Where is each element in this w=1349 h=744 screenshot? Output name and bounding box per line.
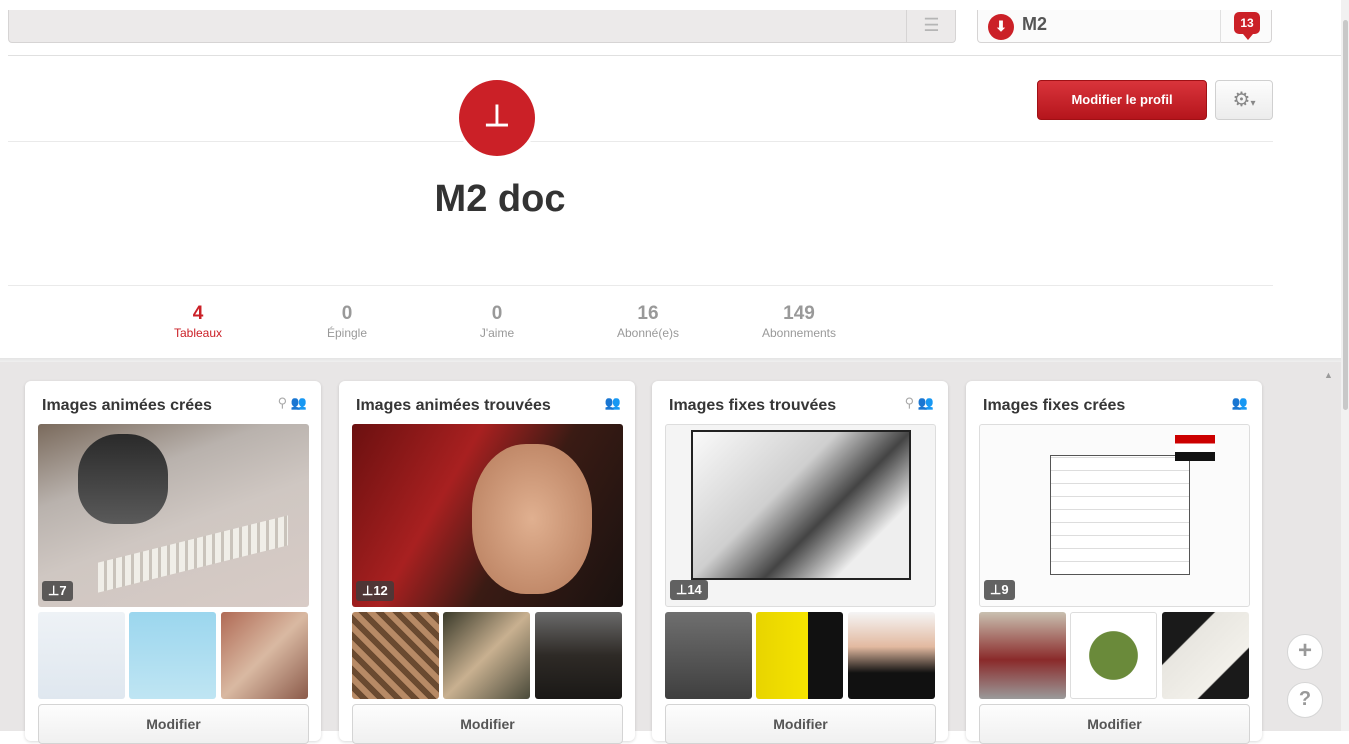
- collaborators-icon: 👥: [917, 395, 934, 410]
- board-card[interactable]: Images animées trouvées 👥 ⊥12 Modifier: [339, 381, 635, 744]
- board-icons: 👥: [1232, 395, 1248, 411]
- stat-following[interactable]: 149 Abonnements: [744, 303, 854, 341]
- pin-count: ⊥9: [984, 580, 1015, 600]
- board-icons: ⚲ 👥: [905, 395, 934, 411]
- board-title: Images fixes crées: [983, 397, 1126, 414]
- board-card[interactable]: Images fixes crées 👥 ⊥9 Modifier: [966, 381, 1262, 744]
- stat-label: Épingle: [326, 326, 368, 340]
- stat-label: Tableaux: [173, 326, 223, 340]
- board-thumbnail[interactable]: [848, 612, 935, 699]
- board-title: Images animées trouvées: [356, 397, 551, 414]
- pin-count: ⊥7: [42, 581, 73, 601]
- pin-count: ⊥14: [670, 580, 708, 600]
- board-icons: ⚲ 👥: [278, 395, 307, 411]
- board-card[interactable]: Images fixes trouvées ⚲ 👥 ⊥14 Modifier: [652, 381, 948, 744]
- profile-avatar: ⊥: [459, 80, 535, 156]
- collaborators-icon: 👥: [1231, 395, 1248, 410]
- stat-number: 0: [341, 303, 353, 324]
- board-thumbnail[interactable]: [979, 612, 1066, 699]
- edit-board-button[interactable]: Modifier: [38, 704, 309, 744]
- board-thumbnail[interactable]: [665, 612, 752, 699]
- board-title: Images fixes trouvées: [669, 397, 837, 414]
- board-thumbnail[interactable]: [756, 612, 843, 699]
- board-cover-image[interactable]: ⊥14: [665, 424, 936, 607]
- user-name: M2: [1022, 14, 1048, 34]
- map-pin-icon: ⚲: [904, 395, 915, 410]
- board-thumbnail[interactable]: [1070, 612, 1157, 699]
- sketch-drawing: [1050, 455, 1190, 575]
- board-card[interactable]: Images animées crées ⚲ 👥 ⊥7 Modifier: [25, 381, 321, 744]
- scroll-up-arrow-icon[interactable]: ▲: [1324, 370, 1333, 380]
- stat-number: 4: [192, 303, 204, 324]
- edit-board-button[interactable]: Modifier: [665, 704, 936, 744]
- edit-board-button[interactable]: Modifier: [979, 704, 1250, 744]
- board-thumbnail[interactable]: [129, 612, 216, 699]
- scrollbar-thumb[interactable]: [1343, 20, 1348, 410]
- divider: [1220, 10, 1221, 43]
- divider: [8, 285, 1273, 286]
- notification-badge[interactable]: 13: [1234, 12, 1260, 40]
- stat-followers[interactable]: 16 Abonné(e)s: [593, 303, 703, 341]
- collaborators-icon: 👥: [290, 395, 307, 410]
- stat-likes[interactable]: 0 J'aime: [442, 303, 552, 341]
- gear-icon: ⚙: [1232, 89, 1251, 111]
- board-thumbnail[interactable]: [38, 612, 125, 699]
- board-title: Images animées crées: [42, 397, 212, 414]
- board-icons: 👥: [605, 395, 621, 411]
- edit-board-button[interactable]: Modifier: [352, 704, 623, 744]
- pin-count: ⊥12: [356, 581, 394, 601]
- divider: [8, 141, 1273, 142]
- divider: [8, 55, 1341, 56]
- board-cover-image[interactable]: ⊥12: [352, 424, 623, 607]
- edit-profile-button[interactable]: Modifier le profil: [1037, 80, 1207, 120]
- stat-boards[interactable]: 4 Tableaux: [143, 303, 253, 341]
- stat-label: J'aime: [479, 326, 515, 340]
- board-cover-image[interactable]: ⊥7: [38, 424, 309, 607]
- stat-number: 16: [637, 303, 659, 324]
- cartoon-drawing: [691, 430, 911, 580]
- settings-button[interactable]: ⚙▾: [1215, 80, 1273, 120]
- chevron-down-icon: ▾: [1250, 98, 1256, 109]
- cat-shape: [78, 434, 168, 524]
- stat-label: Abonné(e)s: [616, 326, 680, 340]
- user-menu-button[interactable]: ⬇ M2 13: [977, 10, 1272, 43]
- dominoes-shape: [98, 515, 288, 593]
- menu-button[interactable]: ☰: [906, 10, 956, 43]
- pushpin-icon: ⊥: [483, 100, 511, 133]
- hamburger-icon: ☰: [923, 15, 940, 35]
- stat-number: 149: [783, 303, 815, 324]
- board-thumbnail[interactable]: [535, 612, 622, 699]
- board-thumbnail[interactable]: [352, 612, 439, 699]
- map-pin-icon: ⚲: [277, 395, 288, 410]
- board-thumbnail[interactable]: [221, 612, 308, 699]
- search-bar-area[interactable]: [8, 10, 956, 43]
- stat-number: 0: [491, 303, 503, 324]
- plus-icon: +: [1297, 637, 1312, 664]
- board-cover-image[interactable]: ⊥9: [979, 424, 1250, 607]
- stat-pins[interactable]: 0 Épingle: [292, 303, 402, 341]
- board-thumbnail[interactable]: [443, 612, 530, 699]
- help-button[interactable]: ?: [1287, 682, 1323, 718]
- profile-name: M2 doc: [434, 178, 566, 220]
- user-avatar-pin-icon: ⬇: [988, 14, 1014, 40]
- face-shape: [472, 444, 592, 594]
- flag-drawing: [1175, 435, 1215, 461]
- board-thumbnail[interactable]: [1162, 612, 1249, 699]
- collaborators-icon: 👥: [604, 395, 621, 410]
- add-pin-button[interactable]: +: [1287, 634, 1323, 670]
- stat-label: Abonnements: [761, 326, 837, 340]
- question-icon: ?: [1298, 688, 1312, 710]
